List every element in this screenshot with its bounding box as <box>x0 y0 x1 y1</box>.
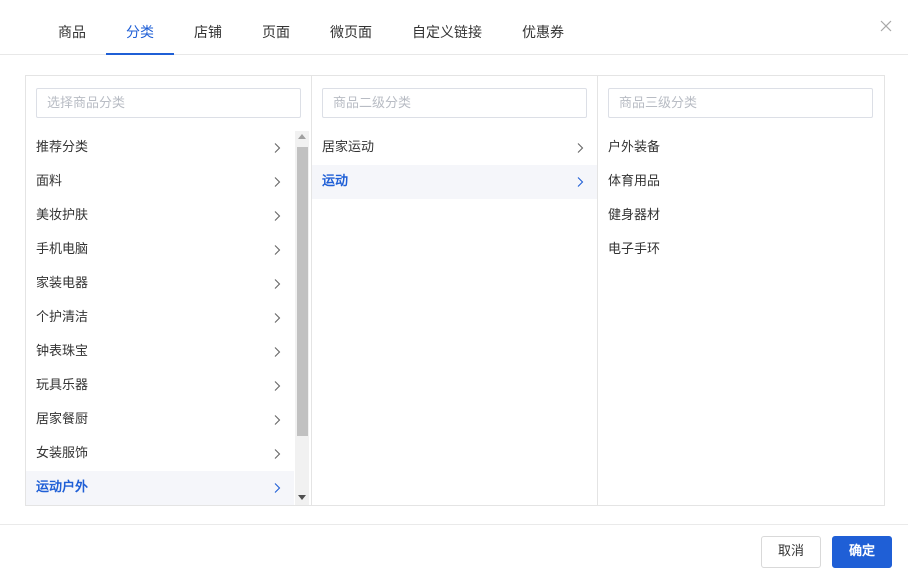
level1-item-label: 个护清洁 <box>36 310 89 325</box>
scroll-down-arrow-icon[interactable] <box>298 495 306 500</box>
level1-column: 推荐分类 面料 美妆护肤 手机电脑 家装电器 个护清洁 钟表珠宝 玩具乐器 居家… <box>26 76 312 505</box>
level1-item-label: 钟表珠宝 <box>36 344 89 359</box>
level3-item-label: 健身器材 <box>608 208 661 223</box>
level2-item-selected[interactable]: 运动 <box>312 165 597 199</box>
level2-list: 居家运动 运动 <box>312 131 597 199</box>
level1-item-label: 推荐分类 <box>36 140 89 155</box>
chevron-right-icon <box>274 313 281 323</box>
level1-item[interactable]: 钟表珠宝 <box>26 335 294 369</box>
chevron-right-icon <box>274 483 281 493</box>
level3-item[interactable]: 健身器材 <box>598 199 884 233</box>
level1-item-label: 女装服饰 <box>36 446 89 461</box>
confirm-button[interactable]: 确定 <box>832 536 892 568</box>
level1-item[interactable]: 家装电器 <box>26 267 294 301</box>
chevron-right-icon <box>274 449 281 459</box>
level3-item[interactable]: 户外装备 <box>598 131 884 165</box>
chevron-right-icon <box>274 245 281 255</box>
level1-item-label: 运动户外 <box>36 480 89 495</box>
tab-page[interactable]: 页面 <box>252 22 300 55</box>
chevron-right-icon <box>577 143 584 153</box>
chevron-right-icon <box>274 381 281 391</box>
scrollbar-thumb[interactable] <box>297 147 308 436</box>
tab-product[interactable]: 商品 <box>48 22 96 55</box>
level1-item[interactable]: 居家餐厨 <box>26 403 294 437</box>
level1-item[interactable]: 面料 <box>26 165 294 199</box>
level3-search-input[interactable] <box>608 88 873 118</box>
level1-list: 推荐分类 面料 美妆护肤 手机电脑 家装电器 个护清洁 钟表珠宝 玩具乐器 居家… <box>26 131 311 505</box>
tab-category[interactable]: 分类 <box>106 22 174 55</box>
chevron-right-icon <box>274 211 281 221</box>
level1-item-label: 家装电器 <box>36 276 89 291</box>
level2-item[interactable]: 居家运动 <box>312 131 597 165</box>
level3-item[interactable]: 电子手环 <box>598 233 884 267</box>
level1-search-input[interactable] <box>36 88 301 118</box>
level1-item[interactable]: 手机电脑 <box>26 233 294 267</box>
level1-item-label: 玩具乐器 <box>36 378 89 393</box>
tab-shop[interactable]: 店铺 <box>184 22 232 55</box>
level1-item[interactable]: 个护清洁 <box>26 301 294 335</box>
tab-custom-link[interactable]: 自定义链接 <box>402 22 492 55</box>
level1-item-label: 手机电脑 <box>36 242 89 257</box>
level1-item-label: 居家餐厨 <box>36 412 89 427</box>
level3-column: 户外装备 体育用品 健身器材 电子手环 <box>598 76 884 505</box>
tab-coupon[interactable]: 优惠券 <box>512 22 574 55</box>
level2-item-label: 运动 <box>322 174 349 189</box>
level3-item[interactable]: 体育用品 <box>598 165 884 199</box>
level3-item-label: 体育用品 <box>608 174 661 189</box>
chevron-right-icon <box>274 177 281 187</box>
level1-item[interactable]: 美妆护肤 <box>26 199 294 233</box>
chevron-right-icon <box>274 415 281 425</box>
level1-scrollbar[interactable] <box>295 131 309 505</box>
level1-item-label: 美妆护肤 <box>36 208 89 223</box>
level1-item-selected[interactable]: 运动户外 <box>26 471 294 505</box>
level3-item-label: 户外装备 <box>608 140 661 155</box>
chevron-right-icon <box>274 279 281 289</box>
level3-list: 户外装备 体育用品 健身器材 电子手环 <box>598 131 884 267</box>
category-panel: 推荐分类 面料 美妆护肤 手机电脑 家装电器 个护清洁 钟表珠宝 玩具乐器 居家… <box>25 75 885 506</box>
level1-item[interactable]: 玩具乐器 <box>26 369 294 403</box>
level1-item[interactable]: 推荐分类 <box>26 131 294 165</box>
level1-item[interactable]: 女装服饰 <box>26 437 294 471</box>
chevron-right-icon <box>577 177 584 187</box>
dialog-footer: 取消 确定 <box>0 524 908 585</box>
tab-micro-page[interactable]: 微页面 <box>320 22 382 55</box>
close-icon[interactable] <box>878 18 894 34</box>
level3-item-label: 电子手环 <box>608 242 661 257</box>
chevron-right-icon <box>274 143 281 153</box>
chevron-right-icon <box>274 347 281 357</box>
level2-search-input[interactable] <box>322 88 587 118</box>
level2-column: 居家运动 运动 <box>312 76 598 505</box>
scroll-up-arrow-icon[interactable] <box>298 134 306 139</box>
cancel-button[interactable]: 取消 <box>761 536 821 568</box>
tab-bar: 商品 分类 店铺 页面 微页面 自定义链接 优惠券 <box>0 0 908 55</box>
level1-item-label: 面料 <box>36 174 63 189</box>
level2-item-label: 居家运动 <box>322 140 375 155</box>
